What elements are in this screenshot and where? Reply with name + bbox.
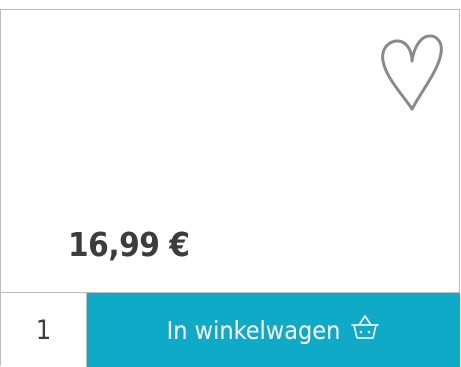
add-to-cart-label: In winkelwagen xyxy=(166,315,341,345)
wishlist-heart-icon[interactable] xyxy=(379,33,445,113)
product-card: 16,99 € 1 In winkelwagen xyxy=(0,9,460,367)
shopping-basket-icon xyxy=(350,312,380,342)
quantity-field[interactable]: 1 xyxy=(1,293,87,367)
product-price: 16,99 € xyxy=(68,225,190,264)
add-to-cart-button[interactable]: In winkelwagen xyxy=(87,293,460,367)
